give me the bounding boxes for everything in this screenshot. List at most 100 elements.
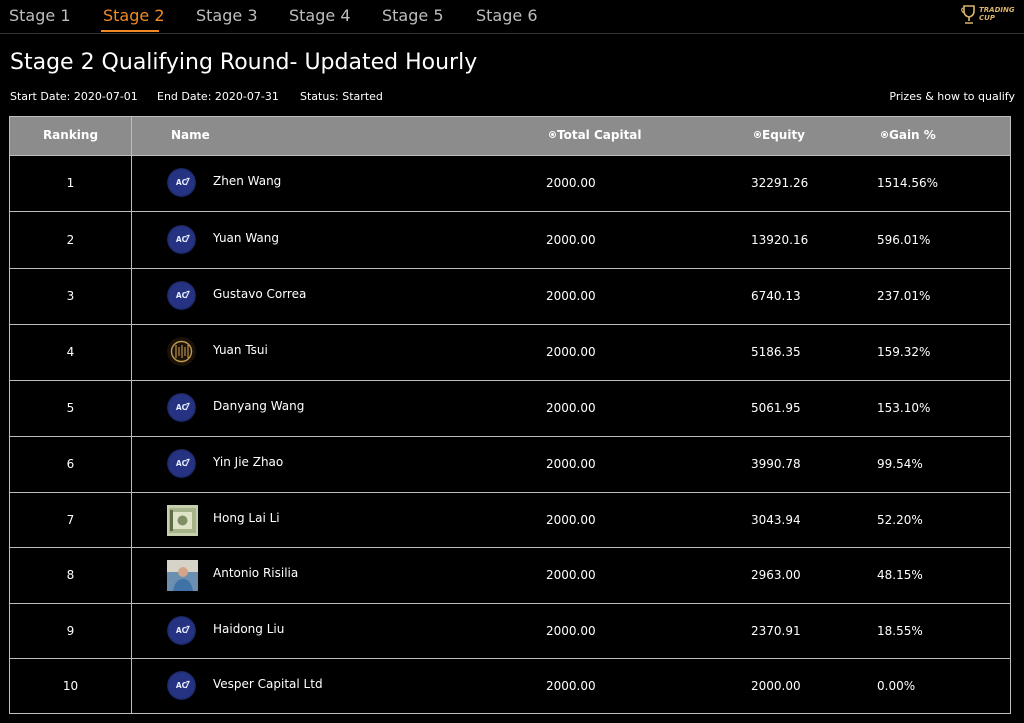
trading-cup-logo: TRADING CUP: [961, 4, 1017, 28]
table-row: 3 AC Gustavo Correa 2000.00 6740.13 237.01%: [10, 268, 1010, 324]
rank-cell: 10: [62, 679, 79, 693]
acy-logo-icon: AC: [167, 671, 196, 700]
participant-name[interactable]: Gustavo Correa: [213, 287, 306, 301]
gain-cell: 18.55%: [877, 624, 923, 638]
svg-text:AC: AC: [176, 403, 188, 412]
banknote-image-icon: [167, 505, 198, 536]
active-tab-indicator: [101, 30, 159, 32]
equity-cell: 2370.91: [751, 624, 801, 638]
avatar: AC: [167, 616, 196, 645]
participant-name[interactable]: Vesper Capital Ltd: [213, 677, 323, 691]
equity-cell: 32291.26: [751, 176, 809, 190]
gain-cell: 596.01%: [877, 233, 931, 247]
equity-cell: 13920.16: [751, 233, 809, 247]
header-name: Name: [171, 128, 210, 142]
svg-text:AC: AC: [176, 178, 188, 187]
equity-cell: 2000.00: [751, 679, 801, 693]
header-equity[interactable]: Equity: [754, 128, 805, 142]
sort-icon: [881, 131, 888, 138]
gain-cell: 159.32%: [877, 345, 931, 359]
gain-cell: 1514.56%: [877, 176, 939, 190]
participant-name[interactable]: Yin Jie Zhao: [213, 455, 283, 469]
prizes-link[interactable]: Prizes & how to qualify: [889, 90, 1015, 103]
table-row: 1 AC Zhen Wang 2000.00 32291.26 1514.56%: [10, 155, 1010, 211]
header-gain-label: Gain %: [889, 128, 936, 142]
equity-cell: 3990.78: [751, 457, 801, 471]
participant-name[interactable]: Antonio Risilia: [213, 566, 298, 580]
acy-logo-icon: AC: [167, 225, 196, 254]
equity-cell: 5061.95: [751, 401, 801, 415]
table-row: 8 Antonio Risilia 2000.00 2963.00 48.15%: [10, 547, 1010, 603]
header-equity-label: Equity: [762, 128, 806, 142]
total-capital-cell: 2000.00: [546, 401, 596, 415]
acy-logo-icon: AC: [167, 393, 196, 422]
logo-wordmark: TRADING CUP: [979, 6, 1015, 22]
total-capital-cell: 2000.00: [546, 679, 596, 693]
status-text: Status: Started: [300, 90, 383, 103]
svg-text:AC: AC: [176, 681, 188, 690]
table-row: 4 Yuan Tsui 2000.00 5186.35 159.32%: [10, 324, 1010, 380]
logo-text-line1: TRADING: [979, 6, 1015, 14]
tab-stage-3[interactable]: Stage 3: [196, 6, 258, 25]
rank-cell: 6: [66, 457, 75, 471]
avatar: [167, 337, 196, 366]
avatar: [167, 560, 198, 591]
stage-tabs: Stage 1 Stage 2 Stage 3 Stage 4 Stage 5 …: [0, 0, 1024, 34]
tab-stage-6[interactable]: Stage 6: [476, 6, 538, 25]
header-gain[interactable]: Gain %: [881, 128, 936, 142]
gain-cell: 0.00%: [877, 679, 916, 693]
end-date: End Date: 2020-07-31: [157, 90, 279, 103]
participant-name[interactable]: Haidong Liu: [213, 622, 284, 636]
rank-cell: 3: [66, 289, 75, 303]
logo-text-line2: CUP: [979, 14, 995, 22]
avatar: AC: [167, 449, 196, 478]
total-capital-cell: 2000.00: [546, 457, 596, 471]
participant-name[interactable]: Danyang Wang: [213, 399, 304, 413]
header-total-capital-label: Total Capital: [557, 128, 642, 142]
rank-cell: 7: [66, 513, 75, 527]
start-date: Start Date: 2020-07-01: [10, 90, 138, 103]
acy-logo-icon: AC: [167, 281, 196, 310]
tab-stage-5[interactable]: Stage 5: [382, 6, 444, 25]
table-row: 2 AC Yuan Wang 2000.00 13920.16 596.01%: [10, 211, 1010, 268]
trophy-icon: [961, 5, 975, 24]
table-header: Ranking Name Total Capital Equity Gain %: [10, 117, 1010, 155]
avatar: AC: [167, 168, 196, 197]
gain-cell: 99.54%: [877, 457, 923, 471]
rank-cell: 5: [66, 401, 75, 415]
total-capital-cell: 2000.00: [546, 513, 596, 527]
rank-cell: 1: [66, 176, 75, 190]
rank-cell: 8: [66, 568, 75, 582]
svg-text:AC: AC: [176, 291, 188, 300]
sort-icon: [549, 131, 556, 138]
equity-cell: 2963.00: [751, 568, 801, 582]
header-ranking: Ranking: [42, 128, 99, 142]
table-row: 9 AC Haidong Liu 2000.00 2370.91 18.55%: [10, 603, 1010, 658]
acy-logo-icon: AC: [167, 449, 196, 478]
gain-cell: 153.10%: [877, 401, 931, 415]
total-capital-cell: 2000.00: [546, 345, 596, 359]
gain-cell: 52.20%: [877, 513, 923, 527]
header-total-capital[interactable]: Total Capital: [549, 128, 642, 142]
total-capital-cell: 2000.00: [546, 624, 596, 638]
equity-cell: 6740.13: [751, 289, 801, 303]
table-row: 5 AC Danyang Wang 2000.00 5061.95 153.10%: [10, 380, 1010, 436]
total-capital-cell: 2000.00: [546, 233, 596, 247]
total-capital-cell: 2000.00: [546, 289, 596, 303]
table-row: 10 AC Vesper Capital Ltd 2000.00 2000.00 0.00…: [10, 658, 1010, 713]
tab-stage-1[interactable]: Stage 1: [9, 6, 71, 25]
participant-name[interactable]: Hong Lai Li: [213, 511, 280, 525]
avatar: AC: [167, 393, 196, 422]
acy-logo-icon: AC: [167, 616, 196, 645]
participant-name[interactable]: Yuan Wang: [213, 231, 279, 245]
participant-name[interactable]: Yuan Tsui: [213, 343, 268, 357]
page-title: Stage 2 Qualifying Round- Updated Hourly: [10, 50, 478, 75]
sort-icon: [754, 131, 761, 138]
rank-cell: 9: [66, 624, 75, 638]
tab-stage-4[interactable]: Stage 4: [289, 6, 351, 25]
participant-name[interactable]: Zhen Wang: [213, 174, 281, 188]
svg-text:AC: AC: [176, 235, 188, 244]
svg-text:AC: AC: [176, 459, 188, 468]
tab-stage-2[interactable]: Stage 2: [103, 6, 165, 25]
gold-emblem-icon: [167, 337, 196, 366]
